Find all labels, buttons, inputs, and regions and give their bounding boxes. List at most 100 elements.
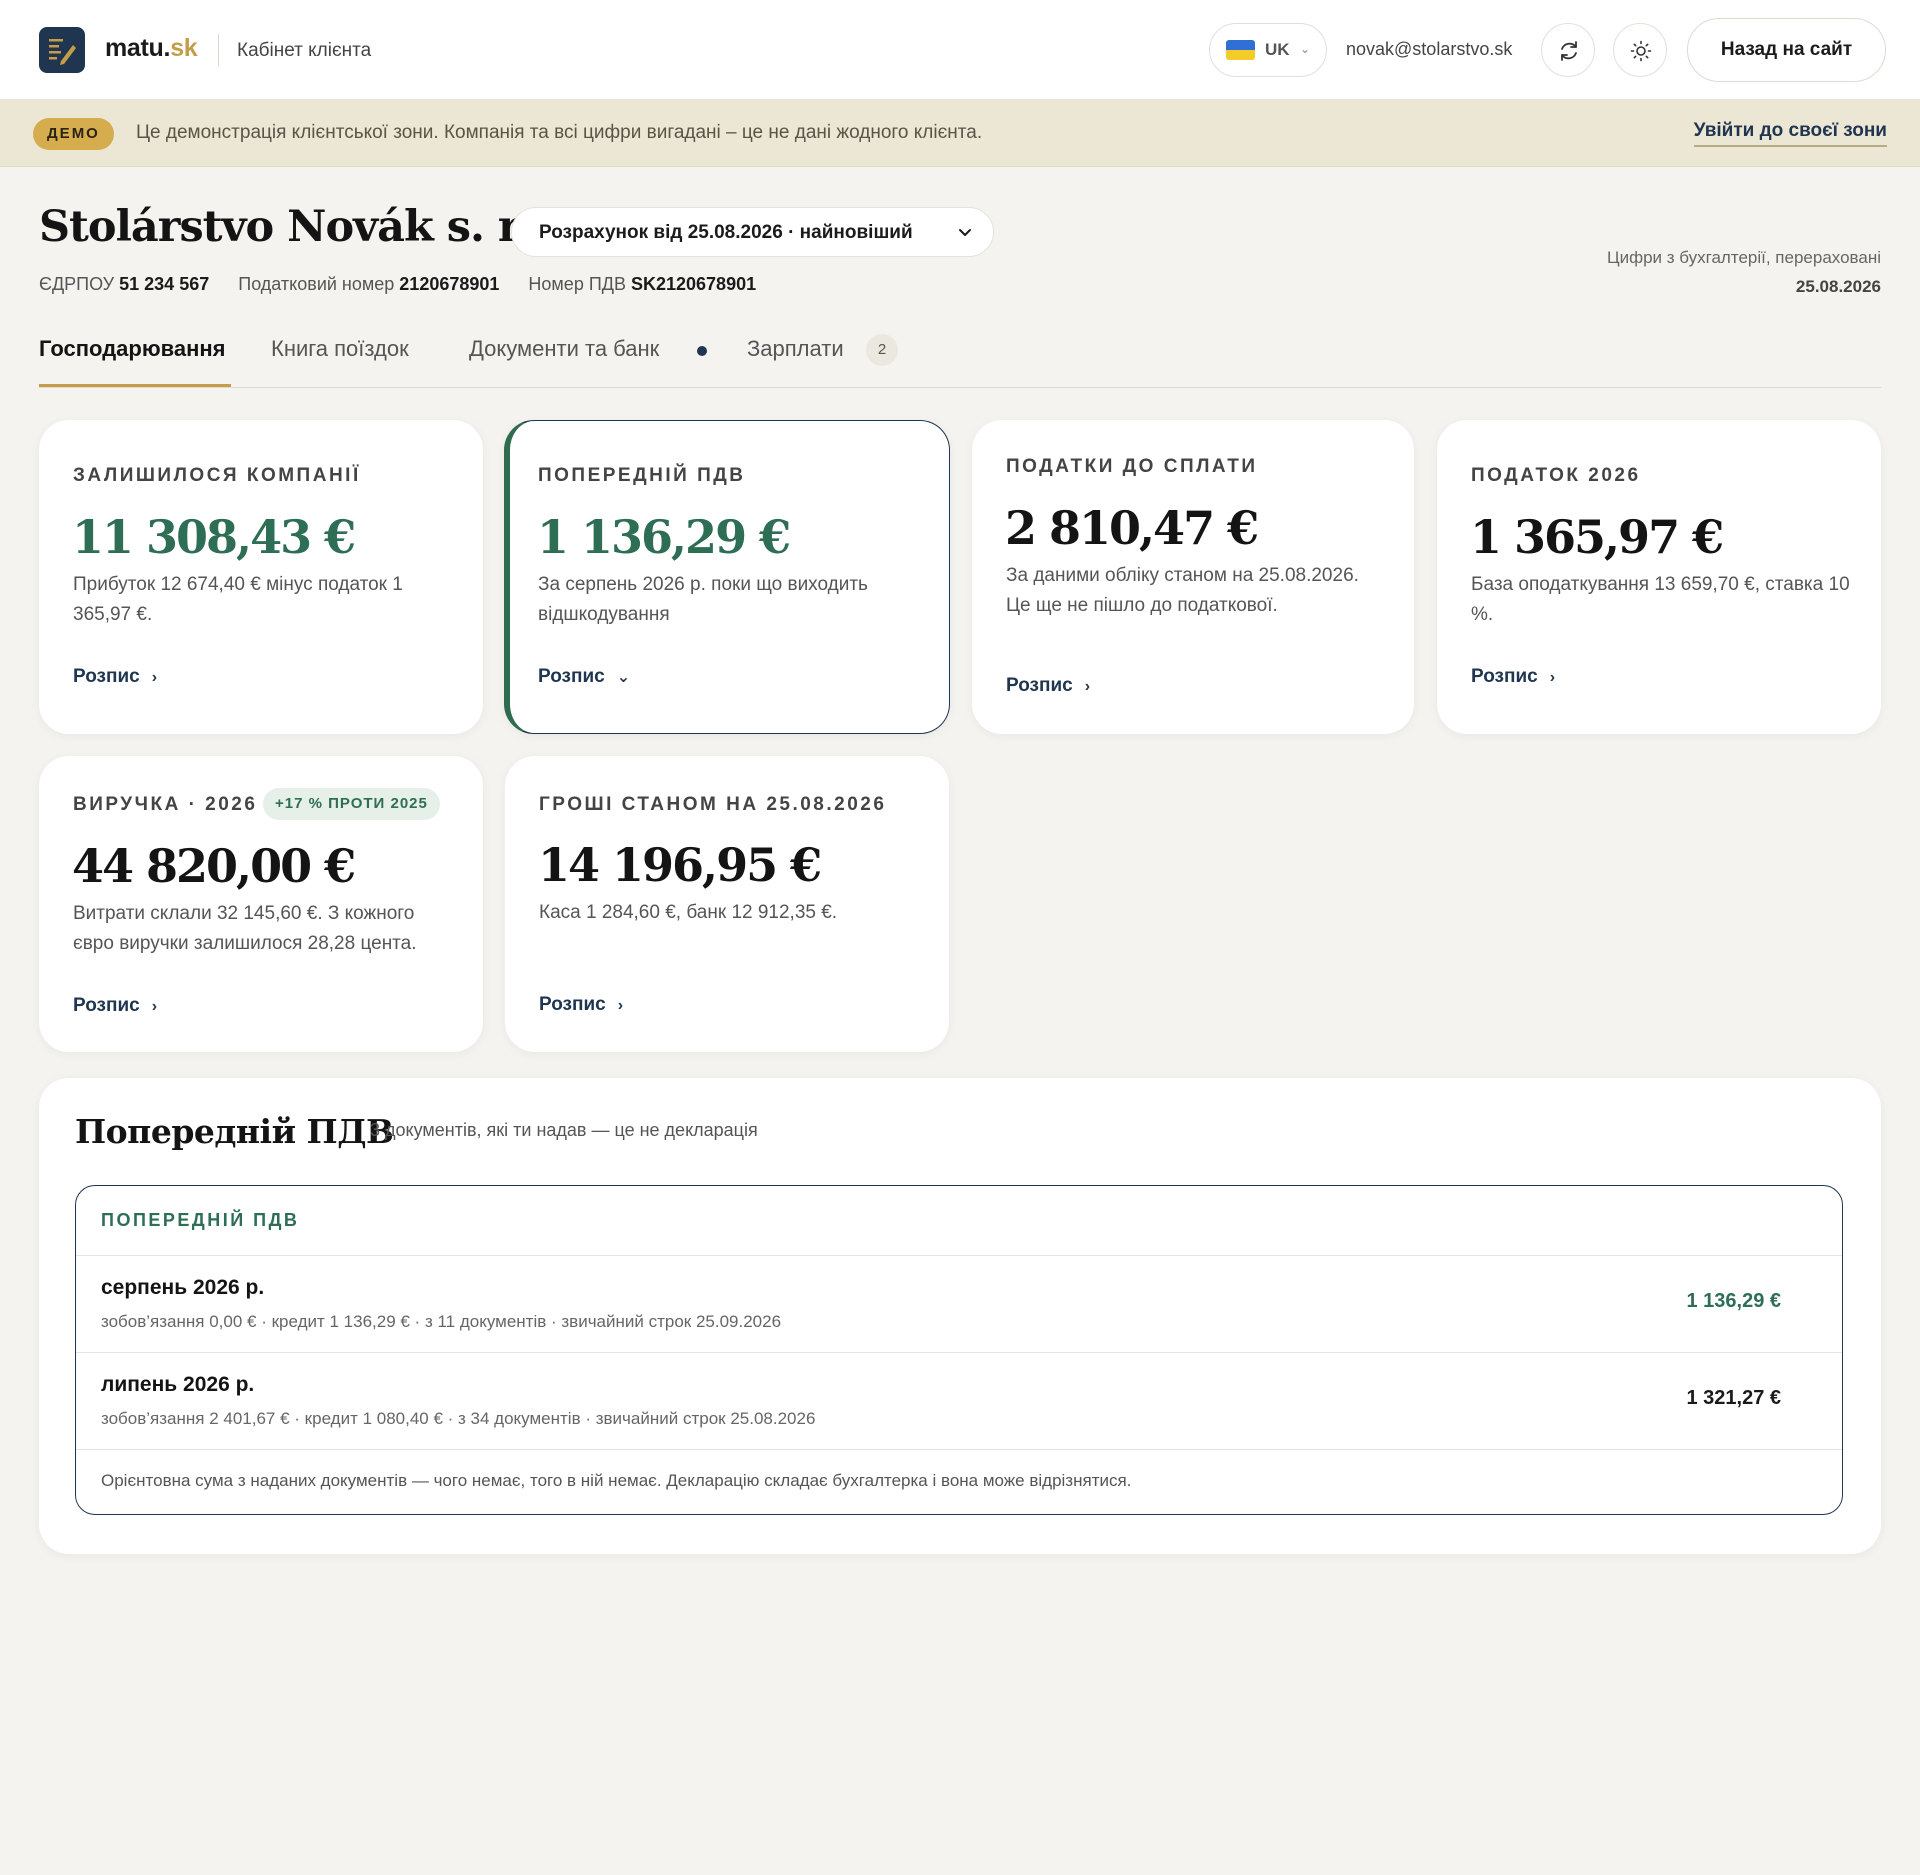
card-label: ПОДАТОК 2026 bbox=[1471, 465, 1641, 486]
demo-banner: ДЕМО Це демонстрація клієнтської зони. К… bbox=[0, 100, 1920, 167]
card-value: 11 308,43 € bbox=[72, 510, 356, 564]
back-to-site-button[interactable]: Назад на сайт bbox=[1687, 18, 1886, 82]
edrpou-value: 51 234 567 bbox=[119, 274, 210, 294]
vat-disclaimer: Орієнтовна сума з наданих документів — ч… bbox=[101, 1471, 1132, 1490]
theme-toggle-button[interactable] bbox=[1613, 23, 1667, 77]
breakdown-label: Розпис bbox=[538, 666, 605, 687]
card-value: 44 820,00 € bbox=[72, 839, 356, 893]
card-value: 1 136,29 € bbox=[537, 510, 791, 564]
calculation-note: Цифри з бухгалтерії, перераховані 25.08.… bbox=[1607, 243, 1881, 301]
chevron-right-icon: › bbox=[151, 998, 158, 1015]
preliminary-vat-section: Попередній ПДВ 3 документів, які ти нада… bbox=[39, 1078, 1881, 1554]
edrpou-label: ЄДРПОУ bbox=[39, 274, 115, 294]
vat-row[interactable]: серпень 2026 р. зобов’язання 0,00 € · кр… bbox=[76, 1256, 1842, 1353]
card-description: Каса 1 284,60 €, банк 12 912,35 €. bbox=[539, 902, 838, 923]
breakdown-link[interactable]: Розпис › bbox=[73, 995, 157, 1017]
chevron-down-icon bbox=[959, 229, 971, 236]
breakdown-label: Розпис bbox=[1471, 666, 1538, 687]
tab-trip-book[interactable]: Книга поїздок bbox=[271, 336, 409, 388]
chevron-right-icon: › bbox=[1084, 678, 1091, 695]
salaries-count-badge: 2 bbox=[866, 334, 898, 366]
section-title: Попередній ПДВ bbox=[75, 1112, 394, 1151]
top-bar: matu.sk Кабінет клієнта UK ⌄ novak@stola… bbox=[0, 0, 1920, 100]
main-tabs: Господарювання Книга поїздок Документи т… bbox=[39, 334, 1881, 388]
calculation-note-date: 25.08.2026 bbox=[1795, 277, 1881, 296]
vat-row-detail: зобов’язання 2 401,67 € · кредит 1 080,4… bbox=[101, 1409, 816, 1428]
tax-number-label: Податковий номер bbox=[238, 274, 395, 294]
vat-table: ПОПЕРЕДНІЙ ПДВ серпень 2026 р. зобов’яза… bbox=[75, 1185, 1843, 1515]
brand-tld: sk bbox=[170, 34, 198, 62]
vat-row-detail: зобов’язання 0,00 € · кредит 1 136,29 € … bbox=[101, 1312, 782, 1331]
breakdown-label: Розпис bbox=[1006, 675, 1073, 696]
ukraine-flag-icon bbox=[1226, 40, 1255, 60]
breakdown-label: Розпис bbox=[539, 994, 606, 1015]
calculation-select-value: Розрахунок від 25.08.2026 · найновіший bbox=[539, 222, 913, 243]
brand-main: matu. bbox=[105, 34, 171, 62]
vat-table-header-label: ПОПЕРЕДНІЙ ПДВ bbox=[101, 1210, 300, 1230]
vat-number-value: SK2120678901 bbox=[630, 274, 757, 294]
demo-banner-text: Це демонстрація клієнтської зони. Компан… bbox=[136, 122, 983, 143]
calculation-select[interactable]: Розрахунок від 25.08.2026 · найновіший bbox=[511, 207, 994, 257]
chevron-down-icon: ⌄ bbox=[1300, 42, 1311, 56]
sun-icon bbox=[1630, 40, 1652, 62]
tax-number-value: 2120678901 bbox=[399, 274, 500, 294]
breakdown-link[interactable]: Розпис › bbox=[1471, 666, 1555, 688]
card-company-remaining: ЗАЛИШИЛОСЯ КОМПАНІЇ 11 308,43 € Прибуток… bbox=[39, 420, 483, 734]
language-selector[interactable]: UK ⌄ bbox=[1209, 23, 1327, 77]
tab-salaries[interactable]: Зарплати bbox=[747, 336, 844, 388]
breakdown-link[interactable]: Розпис › bbox=[1006, 675, 1090, 697]
vat-number-label: Номер ПДВ bbox=[528, 274, 626, 294]
user-email: novak@stolarstvo.sk bbox=[1346, 39, 1513, 59]
brand-divider bbox=[218, 34, 219, 66]
card-label: ПОДАТКИ ДО СПЛАТИ bbox=[1006, 456, 1258, 477]
vat-row-amount: 1 136,29 € bbox=[1686, 1290, 1781, 1312]
growth-badge: +17 % ПРОТИ 2025 bbox=[263, 788, 440, 820]
company-ids: ЄДРПОУ 51 234 567 Податковий номер 21206… bbox=[39, 274, 756, 295]
vat-row[interactable]: липень 2026 р. зобов’язання 2 401,67 € ·… bbox=[76, 1353, 1842, 1450]
new-indicator-dot bbox=[697, 346, 707, 356]
brand-subtitle: Кабінет клієнта bbox=[237, 40, 372, 61]
card-description: Прибуток 12 674,40 € мінус податок 1 365… bbox=[73, 574, 403, 625]
section-subtitle: 3 документів, які ти надав — це не декла… bbox=[370, 1120, 758, 1140]
card-taxes-due: ПОДАТКИ ДО СПЛАТИ 2 810,47 € За даними о… bbox=[972, 420, 1414, 734]
company-name: Stolárstvo Novák s. r. o. bbox=[39, 202, 585, 252]
card-tax-2026: ПОДАТОК 2026 1 365,97 € База оподаткуван… bbox=[1437, 420, 1881, 734]
calculation-note-text: Цифри з бухгалтерії, перераховані bbox=[1607, 248, 1881, 267]
card-description: База оподаткування 13 659,70 €, ставка 1… bbox=[1471, 574, 1850, 625]
vat-table-header: ПОПЕРЕДНІЙ ПДВ bbox=[76, 1186, 1842, 1256]
refresh-icon bbox=[1561, 41, 1577, 61]
vat-row-month: серпень 2026 р. bbox=[101, 1276, 265, 1299]
card-cash-balance: ГРОШІ СТАНОМ НА 25.08.2026 14 196,95 € К… bbox=[505, 756, 949, 1052]
card-preliminary-vat: ПОПЕРЕДНІЙ ПДВ 1 136,29 € За серпень 202… bbox=[504, 420, 950, 734]
card-label: ГРОШІ СТАНОМ НА 25.08.2026 bbox=[539, 794, 887, 815]
active-tab-indicator bbox=[39, 384, 231, 387]
card-value: 14 196,95 € bbox=[538, 838, 822, 892]
chevron-right-icon: › bbox=[151, 669, 158, 686]
card-value: 1 365,97 € bbox=[1470, 510, 1724, 564]
card-revenue-2026: ВИРУЧКА · 2026 +17 % ПРОТИ 2025 44 820,0… bbox=[39, 756, 483, 1052]
chevron-right-icon: › bbox=[1549, 669, 1556, 686]
card-description: За даними обліку станом на 25.08.2026. Ц… bbox=[1006, 565, 1359, 616]
vat-row-amount: 1 321,27 € bbox=[1686, 1387, 1781, 1409]
login-own-zone-link[interactable]: Увійти до своєї зони bbox=[1693, 120, 1887, 147]
tab-business[interactable]: Господарювання bbox=[39, 336, 226, 388]
vat-row-month: липень 2026 р. bbox=[101, 1373, 255, 1396]
card-label: ЗАЛИШИЛОСЯ КОМПАНІЇ bbox=[73, 465, 361, 486]
tab-documents-bank[interactable]: Документи та банк bbox=[469, 336, 659, 388]
logo-icon[interactable] bbox=[39, 27, 85, 73]
chevron-down-icon: ⌄ bbox=[616, 669, 631, 686]
breakdown-toggle[interactable]: Розпис ⌄ bbox=[538, 666, 630, 688]
chevron-right-icon: › bbox=[617, 997, 624, 1014]
card-label: ВИРУЧКА · 2026 bbox=[73, 794, 258, 815]
breakdown-link[interactable]: Розпис › bbox=[73, 666, 157, 688]
card-description: Витрати склали 32 145,60 €. З кожного єв… bbox=[73, 903, 417, 954]
brand-name[interactable]: matu.sk bbox=[105, 34, 198, 63]
breakdown-label: Розпис bbox=[73, 995, 140, 1016]
card-value: 2 810,47 € bbox=[1005, 501, 1259, 555]
breakdown-link[interactable]: Розпис › bbox=[539, 994, 623, 1016]
card-description: За серпень 2026 р. поки що виходить відш… bbox=[538, 574, 868, 625]
card-label: ПОПЕРЕДНІЙ ПДВ bbox=[538, 465, 746, 486]
language-code: UK bbox=[1265, 40, 1290, 59]
refresh-button[interactable] bbox=[1541, 23, 1595, 77]
breakdown-label: Розпис bbox=[73, 666, 140, 687]
